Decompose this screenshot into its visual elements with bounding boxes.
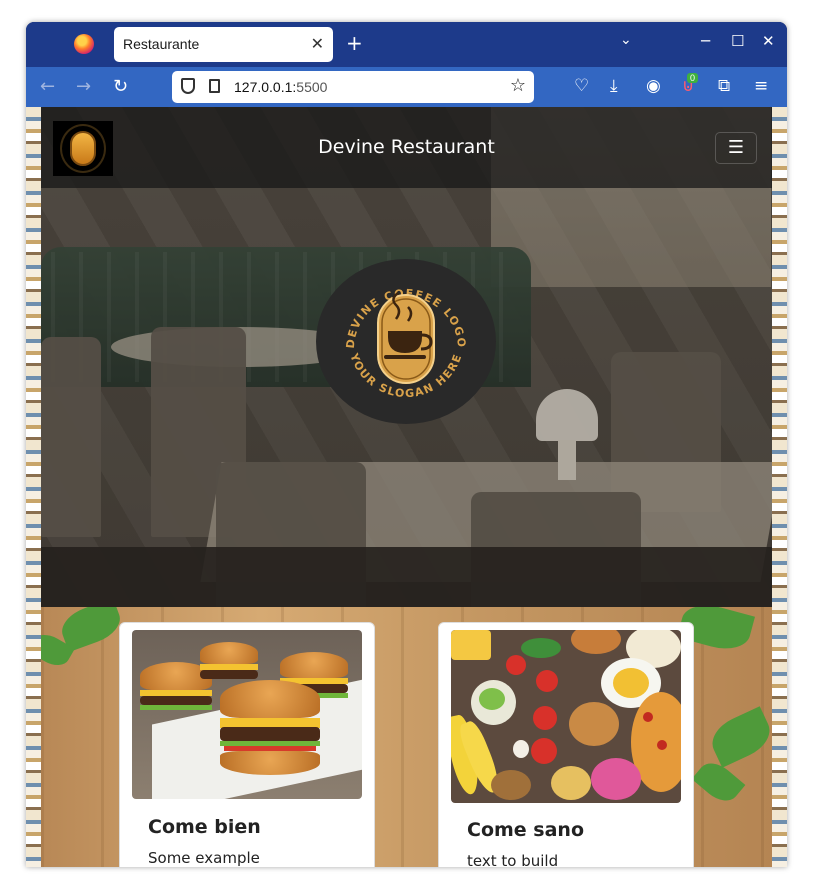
food-tomato bbox=[536, 670, 558, 692]
food-tomato bbox=[506, 655, 526, 675]
tab-title: Restaurante bbox=[123, 36, 200, 52]
pocket-icon[interactable]: ♡ bbox=[574, 76, 589, 96]
food-cheese bbox=[451, 630, 491, 660]
extensions-icon[interactable]: ⧉ bbox=[718, 76, 730, 96]
card-title: Come sano bbox=[467, 819, 585, 841]
food-tomato bbox=[533, 706, 557, 730]
tab-bar: Restaurante ✕ + ⌄ ─ ☐ ✕ bbox=[26, 22, 787, 67]
account-icon[interactable]: ◉ bbox=[646, 76, 661, 96]
background-pattern-right bbox=[772, 107, 787, 867]
nav-toolbar: ← → ↻ 127.0.0.1:5500 ☆ ♡ ⤓ ◉ ⊍ 0 ⧉ ≡ bbox=[26, 67, 787, 107]
close-tab-icon[interactable]: ✕ bbox=[311, 34, 324, 53]
food-sweets bbox=[591, 758, 641, 800]
food-herbs bbox=[521, 638, 561, 658]
list-all-tabs-icon[interactable]: ⌄ bbox=[620, 32, 632, 48]
extension-badge-count: 0 bbox=[687, 73, 699, 83]
card-text: Some example bbox=[148, 849, 260, 867]
site-navbar: Devine Restaurant ☰ bbox=[41, 107, 772, 188]
burger-bun bbox=[220, 751, 320, 775]
food-tomato bbox=[531, 738, 557, 764]
tab-restaurante[interactable]: Restaurante ✕ bbox=[114, 27, 333, 62]
tracking-shield-icon[interactable] bbox=[181, 78, 195, 94]
card-title: Come bien bbox=[148, 816, 261, 838]
close-window-button[interactable]: ✕ bbox=[762, 32, 775, 50]
url-bar[interactable]: 127.0.0.1:5500 ☆ bbox=[172, 71, 534, 103]
burger-patty bbox=[220, 727, 320, 741]
url-text[interactable]: 127.0.0.1:5500 bbox=[234, 79, 327, 95]
menu-card[interactable]: Come bien Some example bbox=[119, 622, 375, 867]
food-pepperoni bbox=[643, 712, 653, 722]
burger-patty bbox=[140, 696, 212, 705]
browser-window: Restaurante ✕ + ⌄ ─ ☐ ✕ ← → ↻ 127.0.0.1:… bbox=[26, 22, 787, 867]
new-tab-button[interactable]: + bbox=[346, 31, 363, 55]
food-egg bbox=[513, 740, 529, 758]
burger-patty bbox=[200, 670, 258, 679]
back-icon[interactable]: ← bbox=[40, 76, 55, 97]
menu-card[interactable]: Come sano text to build bbox=[438, 622, 694, 867]
burgers-image bbox=[132, 630, 362, 799]
firefox-icon bbox=[74, 34, 94, 54]
download-icon[interactable]: ⤓ bbox=[610, 76, 618, 96]
food-pepperoni bbox=[657, 740, 667, 750]
ivy-leaf-image bbox=[691, 756, 746, 808]
burger-bun bbox=[220, 680, 320, 718]
food-broccoli bbox=[479, 688, 505, 710]
food-fries bbox=[613, 668, 649, 698]
burger-bun bbox=[280, 652, 348, 678]
reload-icon[interactable]: ↻ bbox=[113, 76, 128, 97]
food-nuts bbox=[491, 770, 531, 800]
page-info-icon[interactable] bbox=[209, 79, 220, 93]
menu-icon[interactable]: ≡ bbox=[754, 76, 768, 96]
hamburger-menu-button[interactable]: ☰ bbox=[715, 132, 757, 164]
emblem-graphic: DEVINE COFFEE LOGO YOUR SLOGAN HERE bbox=[344, 287, 467, 400]
hero-section: Devine Restaurant ☰ DEVINE COFFEE LOGO Y… bbox=[41, 107, 772, 607]
burger-lettuce bbox=[140, 705, 212, 710]
minimize-button[interactable]: ─ bbox=[701, 32, 710, 50]
maximize-button[interactable]: ☐ bbox=[731, 32, 744, 50]
food-burger bbox=[569, 702, 619, 746]
card-text: text to build bbox=[467, 852, 559, 867]
healthy-food-image bbox=[451, 630, 681, 803]
forward-icon[interactable]: → bbox=[76, 76, 91, 97]
coffee-logo-emblem: DEVINE COFFEE LOGO YOUR SLOGAN HERE bbox=[316, 259, 496, 424]
page-viewport: Devine Restaurant ☰ DEVINE COFFEE LOGO Y… bbox=[26, 107, 787, 867]
food-chips bbox=[551, 766, 591, 800]
menu-section: Come bien Some example Come sano text to… bbox=[41, 607, 772, 867]
burger-bun bbox=[200, 642, 258, 664]
ivy-leaf-image bbox=[705, 706, 772, 768]
bookmark-star-icon[interactable]: ☆ bbox=[510, 75, 526, 96]
brand-title[interactable]: Devine Restaurant bbox=[41, 136, 772, 158]
background-pattern-left bbox=[26, 107, 41, 867]
